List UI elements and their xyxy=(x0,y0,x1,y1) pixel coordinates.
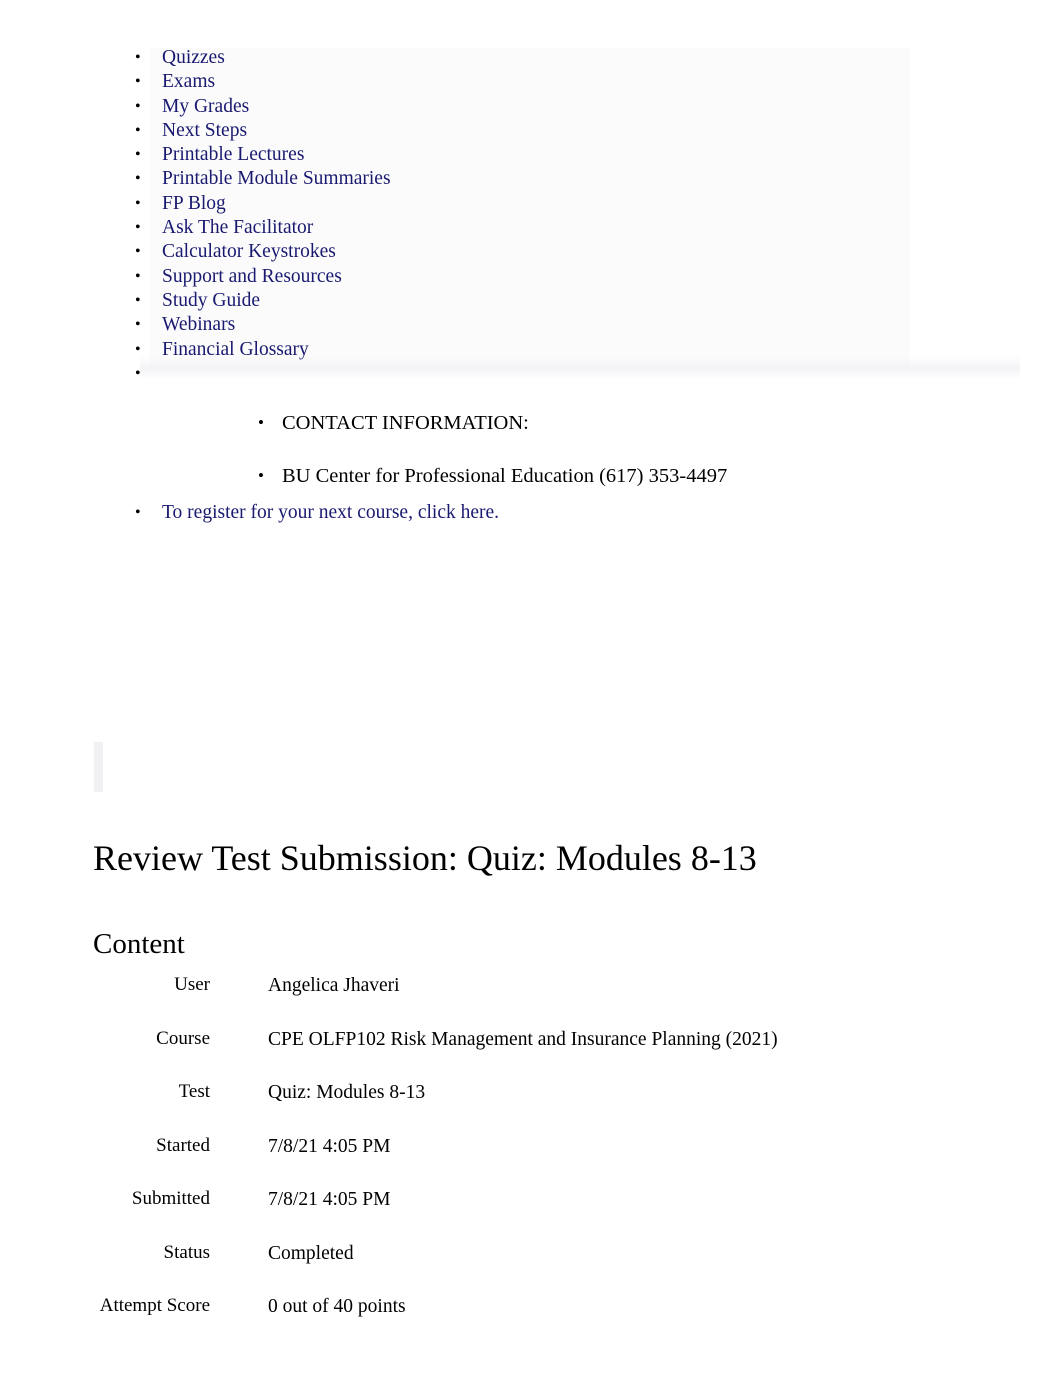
table-row: Course CPE OLFP102 Risk Management and I… xyxy=(0,1026,779,1080)
detail-label-submitted: Submitted xyxy=(131,1188,210,1209)
nav-item-label: Exams xyxy=(162,71,216,93)
nav-item-printable-module-summaries[interactable]: Printable Module Summaries xyxy=(0,167,1062,192)
nav-item-next-steps[interactable]: Next Steps xyxy=(0,119,1062,144)
nav-item-fp-blog[interactable]: FP Blog xyxy=(0,192,1062,217)
nav-item-label: Support and Resources xyxy=(162,265,342,287)
nav-item-label: Study Guide xyxy=(162,289,261,311)
contact-heading-label: CONTACT INFORMATION: xyxy=(282,412,529,434)
detail-label-test: Test xyxy=(178,1081,210,1102)
detail-value-status: Completed xyxy=(268,1242,354,1264)
nav-item-my-grades[interactable]: My Grades xyxy=(0,95,1062,120)
detail-value-course: CPE OLFP102 Risk Management and Insuranc… xyxy=(268,1028,778,1050)
course-navigation-list: Quizzes Exams My Grades Next Steps Print… xyxy=(0,46,1062,386)
table-row: Test Quiz: Modules 8-13 xyxy=(0,1079,779,1133)
nav-item-label: Financial Glossary xyxy=(162,338,309,360)
detail-value-started: 7/8/21 4:05 PM xyxy=(268,1135,391,1157)
detail-label-status: Status xyxy=(163,1241,210,1263)
detail-value-submitted: 7/8/21 4:05 PM xyxy=(268,1189,391,1210)
nav-item-label: Ask The Facilitator xyxy=(162,217,314,239)
table-row: User Angelica Jhaveri xyxy=(0,972,779,1026)
nav-item-label: Webinars xyxy=(162,314,236,336)
detail-label-course: Course xyxy=(156,1027,210,1049)
table-row: Submitted 7/8/21 4:05 PM xyxy=(0,1186,779,1240)
nav-item-label: Printable Module Summaries xyxy=(162,168,391,190)
nav-item-financial-glossary[interactable]: Financial Glossary xyxy=(0,338,1062,363)
table-row: Started 7/8/21 4:05 PM xyxy=(0,1133,779,1187)
nav-item-exams[interactable]: Exams xyxy=(0,70,1062,95)
register-link-label: To register for your next course, click … xyxy=(162,502,500,523)
nav-item-study-guide[interactable]: Study Guide xyxy=(0,289,1062,314)
document-page: Quizzes Exams My Grades Next Steps Print… xyxy=(0,0,1062,1376)
nav-item-calculator-keystrokes[interactable]: Calculator Keystrokes xyxy=(0,240,1062,265)
nav-item-printable-lectures[interactable]: Printable Lectures xyxy=(0,143,1062,168)
nav-item-label: FP Blog xyxy=(162,192,226,214)
nav-item-support-and-resources[interactable]: Support and Resources xyxy=(0,265,1062,290)
nav-item-ask-the-facilitator[interactable]: Ask The Facilitator xyxy=(0,216,1062,241)
submission-details-table: User Angelica Jhaveri Course CPE OLFP102… xyxy=(0,972,779,1347)
contact-detail: BU Center for Professional Education (61… xyxy=(0,461,1062,491)
page-artifact xyxy=(94,742,103,792)
nav-item-quizzes[interactable]: Quizzes xyxy=(0,46,1062,71)
detail-value-user: Angelica Jhaveri xyxy=(268,975,400,996)
detail-value-test: Quiz: Modules 8-13 xyxy=(268,1082,426,1103)
section-heading-content: Content xyxy=(93,928,185,960)
nav-item-label: Next Steps xyxy=(162,119,248,141)
detail-label-attempt-score: Attempt Score xyxy=(99,1295,210,1316)
register-link[interactable]: To register for your next course, click … xyxy=(0,499,499,526)
table-row: Attempt Score 0 out of 40 points xyxy=(0,1293,779,1347)
contact-heading: CONTACT INFORMATION: xyxy=(0,408,1062,438)
contact-detail-label: BU Center for Professional Education (61… xyxy=(282,465,728,487)
detail-label-user: User xyxy=(174,974,210,995)
table-row: Status Completed xyxy=(0,1240,779,1294)
nav-item-label: Quizzes xyxy=(162,47,225,68)
nav-item-webinars[interactable]: Webinars xyxy=(0,313,1062,338)
detail-label-started: Started xyxy=(156,1134,210,1156)
nav-item-label: Printable Lectures xyxy=(162,144,305,166)
nav-item-empty xyxy=(0,362,1062,386)
page-title: Review Test Submission: Quiz: Modules 8-… xyxy=(93,838,757,878)
nav-item-label: My Grades xyxy=(162,95,250,117)
detail-value-attempt-score: 0 out of 40 points xyxy=(268,1296,406,1317)
nav-item-label: Calculator Keystrokes xyxy=(162,241,336,263)
